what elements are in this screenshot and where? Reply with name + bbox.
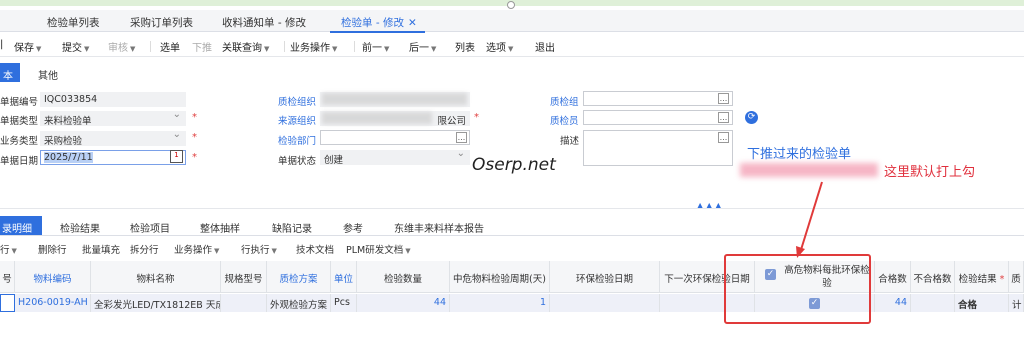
annotation-arrow — [796, 181, 823, 258]
arrow-head — [796, 246, 805, 258]
arrow-line — [799, 181, 823, 254]
